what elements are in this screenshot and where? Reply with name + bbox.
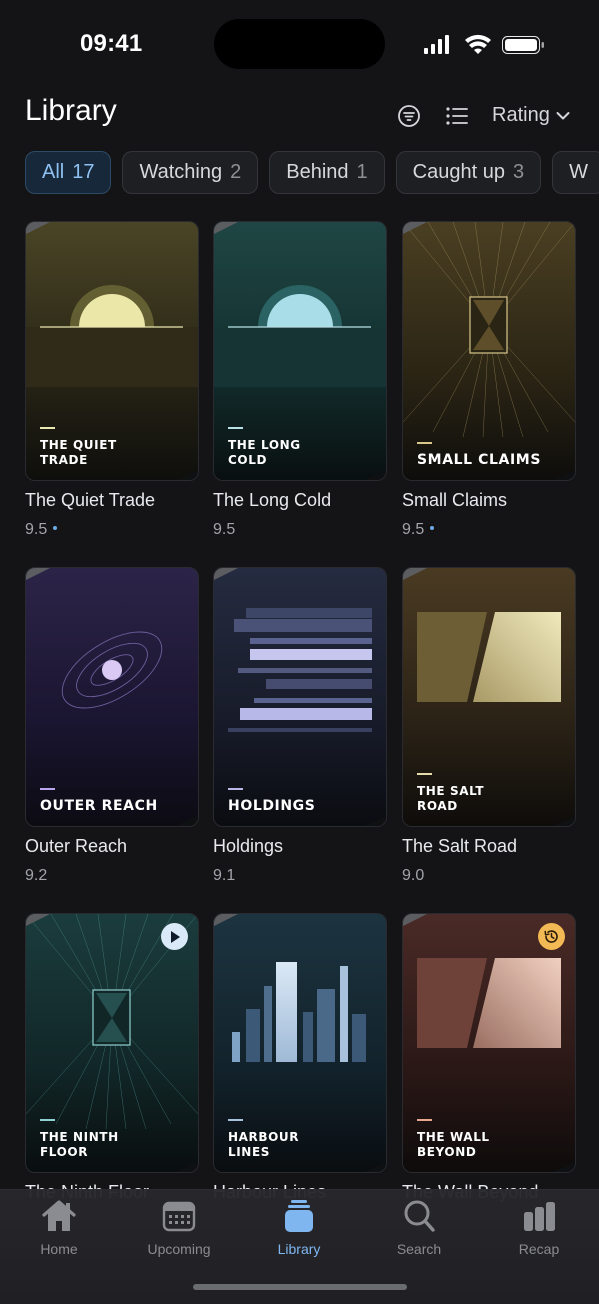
stack-icon bbox=[285, 1200, 313, 1232]
home-indicator[interactable] bbox=[193, 1284, 407, 1290]
new-episode-dot bbox=[53, 525, 58, 530]
show-card-quiet-trade[interactable]: THE QUIET TRADE bbox=[25, 221, 199, 481]
page-title: Library bbox=[25, 94, 117, 127]
show-title: Outer Reach bbox=[25, 836, 128, 856]
show-rating: 9.0 bbox=[402, 867, 425, 884]
status-time: 09:41 bbox=[80, 30, 143, 57]
tab-recap[interactable]: Recap bbox=[489, 1198, 589, 1257]
show-card-harbour-lines[interactable]: HARBOUR LINES bbox=[213, 913, 387, 1173]
poster-title: HARBOUR LINES bbox=[228, 1119, 368, 1160]
signal-icon bbox=[424, 35, 449, 54]
poster-title: THE LONG COLD bbox=[228, 427, 368, 468]
chip-label: All bbox=[42, 161, 65, 183]
show-card-long-cold[interactable]: THE LONG COLD bbox=[213, 221, 387, 481]
poster-title: THE QUIET TRADE bbox=[40, 427, 180, 468]
tab-label: Upcoming bbox=[147, 1241, 211, 1257]
show-card-wall-beyond[interactable]: THE WALL BEYOND bbox=[402, 913, 576, 1173]
show-title: The Long Cold bbox=[213, 490, 332, 510]
tab-library[interactable]: Library bbox=[249, 1198, 349, 1257]
play-icon[interactable] bbox=[161, 923, 188, 950]
filter-chip-all[interactable]: All 17 bbox=[25, 151, 112, 194]
tab-home[interactable]: Home bbox=[9, 1198, 109, 1257]
list-icon[interactable] bbox=[445, 104, 469, 128]
chevron-down-icon bbox=[556, 111, 570, 119]
poster-title: THE SALT ROAD bbox=[417, 773, 557, 814]
chip-label: Watching bbox=[139, 161, 223, 183]
tab-label: Search bbox=[396, 1241, 442, 1257]
chip-label: W bbox=[569, 161, 588, 183]
show-title: The Quiet Trade bbox=[25, 490, 156, 510]
sort-label: Rating bbox=[492, 104, 550, 126]
new-episode-dot bbox=[430, 525, 435, 530]
show-card-small-claims[interactable]: SMALL CLAIMS bbox=[402, 221, 576, 481]
status-icons bbox=[424, 34, 544, 54]
filter-chip-behind[interactable]: Behind 1 bbox=[269, 151, 385, 194]
history-icon[interactable] bbox=[538, 923, 565, 950]
tab-label: Library bbox=[277, 1241, 321, 1257]
dynamic-island bbox=[214, 19, 385, 69]
wifi-icon bbox=[465, 34, 491, 54]
show-rating: 9.5 bbox=[402, 521, 435, 539]
calendar-icon bbox=[162, 1201, 196, 1232]
show-card-holdings[interactable]: HOLDINGS bbox=[213, 567, 387, 827]
show-rating: 9.5 bbox=[25, 521, 58, 539]
show-rating: 9.2 bbox=[25, 867, 48, 884]
show-card-ninth-floor[interactable]: THE NINTH FLOOR bbox=[25, 913, 199, 1173]
battery-icon bbox=[502, 36, 544, 54]
poster-title: SMALL CLAIMS bbox=[417, 442, 557, 468]
tab-search[interactable]: Search bbox=[369, 1198, 469, 1257]
poster-title: THE NINTH FLOOR bbox=[40, 1119, 180, 1160]
show-rating: 9.1 bbox=[213, 867, 236, 884]
poster-title: THE WALL BEYOND bbox=[417, 1119, 557, 1160]
chip-label: Caught up bbox=[412, 161, 505, 183]
bar-chart-icon bbox=[524, 1202, 555, 1231]
chip-count: 3 bbox=[512, 161, 525, 183]
chip-count: 1 bbox=[356, 161, 368, 183]
tab-label: Home bbox=[40, 1241, 78, 1257]
tab-upcoming[interactable]: Upcoming bbox=[129, 1198, 229, 1257]
poster-title: OUTER REACH bbox=[40, 788, 180, 814]
filter-chip-watching[interactable]: Watching 2 bbox=[122, 151, 259, 194]
filter-chips: All 17 Watching 2 Behind 1 Caught up 3 W bbox=[25, 151, 599, 194]
sort-dropdown[interactable]: Rating bbox=[492, 104, 570, 127]
tab-label: Recap bbox=[518, 1241, 560, 1257]
show-title: The Salt Road bbox=[402, 836, 518, 856]
filter-circle-icon[interactable] bbox=[397, 104, 421, 128]
filter-chip-caught-up[interactable]: Caught up 3 bbox=[395, 151, 542, 194]
show-card-outer-reach[interactable]: OUTER REACH bbox=[25, 567, 199, 827]
show-rating: 9.5 bbox=[213, 521, 236, 538]
show-card-salt-road[interactable]: THE SALT ROAD bbox=[402, 567, 576, 827]
chip-count: 17 bbox=[72, 161, 95, 183]
chip-count: 2 bbox=[230, 161, 242, 183]
show-title: Holdings bbox=[213, 836, 284, 856]
magnifier-icon bbox=[404, 1200, 435, 1232]
filter-chip-more[interactable]: W bbox=[552, 151, 599, 194]
poster-title: HOLDINGS bbox=[228, 788, 368, 814]
house-icon bbox=[42, 1200, 76, 1231]
show-title: Small Claims bbox=[402, 490, 508, 510]
chip-label: Behind bbox=[286, 161, 349, 183]
